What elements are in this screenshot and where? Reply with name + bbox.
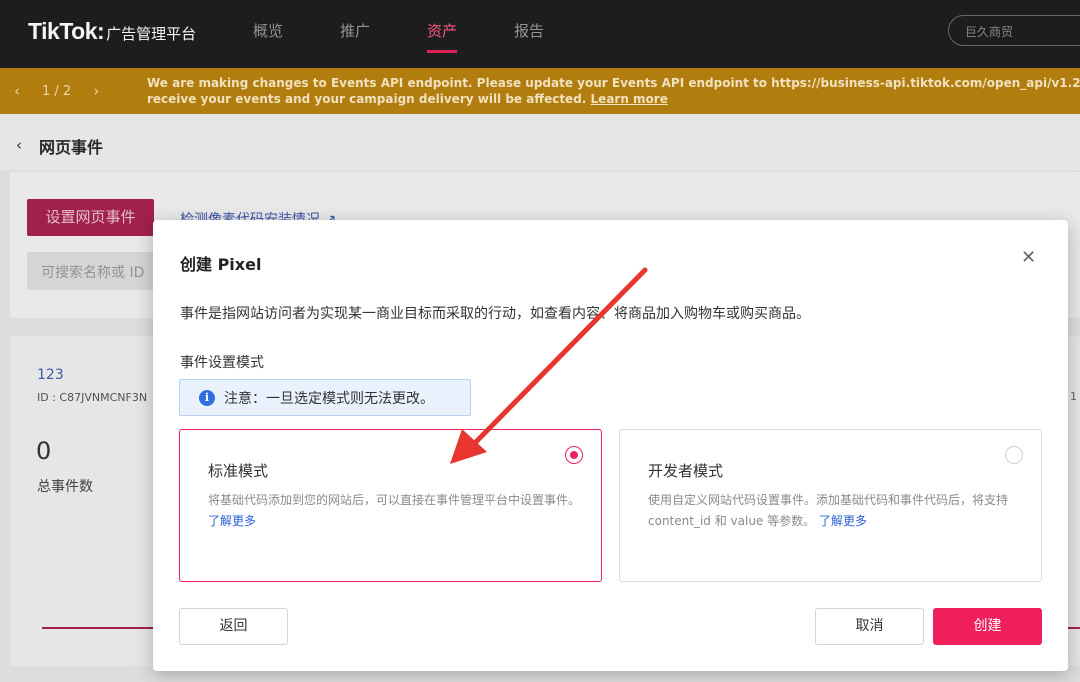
back-button[interactable]: 返回 (179, 608, 288, 645)
notice-text: 注意：一旦选定模式则无法更改。 (224, 390, 434, 407)
developer-mode-radio[interactable] (1005, 446, 1023, 464)
standard-mode-radio[interactable] (565, 446, 583, 464)
option-title: 开发者模式 (648, 462, 724, 480)
dialog-title: 创建 Pixel (180, 255, 262, 274)
dialog-description: 事件是指网站访问者为实现某一商业目标而采取的行动，如查看内容、将商品加入购物车或… (180, 306, 810, 322)
learn-more-link[interactable]: 了解更多 (208, 514, 256, 528)
learn-more-link[interactable]: 了解更多 (819, 514, 867, 528)
info-icon: i (199, 389, 215, 406)
cancel-button[interactable]: 取消 (815, 608, 924, 645)
close-icon[interactable]: ✕ (1021, 247, 1036, 268)
standard-mode-option[interactable]: 标准模式 将基础代码添加到您的网站后，可以直接在事件管理平台中设置事件。 了解更… (179, 429, 602, 582)
mode-notice: i 注意：一旦选定模式则无法更改。 (179, 379, 471, 416)
create-button[interactable]: 创建 (933, 608, 1042, 645)
event-mode-label: 事件设置模式 (180, 355, 264, 371)
option-description-text: 将基础代码添加到您的网站后，可以直接在事件管理平台中设置事件。 (208, 493, 581, 507)
developer-mode-option[interactable]: 开发者模式 使用自定义网站代码设置事件。添加基础代码和事件代码后，将支持 con… (619, 429, 1042, 582)
option-description: 将基础代码添加到您的网站后，可以直接在事件管理平台中设置事件。 了解更多 (208, 490, 580, 532)
option-description: 使用自定义网站代码设置事件。添加基础代码和事件代码后，将支持 content_i… (648, 490, 1020, 532)
create-pixel-dialog: 创建 Pixel ✕ 事件是指网站访问者为实现某一商业目标而采取的行动，如查看内… (153, 220, 1068, 671)
option-title: 标准模式 (208, 462, 269, 480)
